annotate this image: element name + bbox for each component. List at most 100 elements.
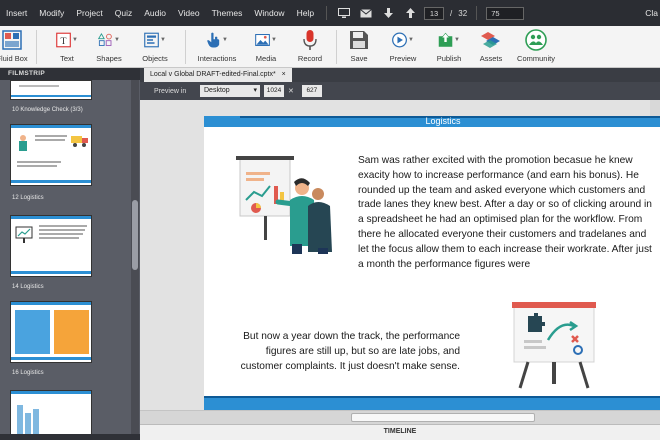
horizontal-scroll-thumb[interactable] (351, 413, 535, 422)
filmstrip-slide[interactable] (10, 80, 92, 100)
document-tab[interactable]: Local v Global DRAFT-edited-Final.cptx* … (144, 68, 292, 82)
shapes-button[interactable]: ▼ Shapes (87, 26, 131, 68)
stage-horizontal-scrollbar[interactable] (140, 410, 660, 424)
thumb-header-bar (11, 302, 91, 305)
interactions-label: Interactions (197, 54, 237, 63)
menu-video[interactable]: Video (172, 0, 206, 26)
mail-icon[interactable] (359, 6, 373, 20)
menu-help[interactable]: Help (291, 0, 320, 26)
shapes-icon: ▼ (98, 29, 120, 51)
thumb-chart-bar (17, 405, 23, 435)
filmstrip-slide[interactable] (10, 124, 92, 186)
filmstrip-slide[interactable] (10, 215, 92, 277)
media-label: Media (255, 54, 277, 63)
preview-bar: Preview in Desktop 1024 ✕ 627 (140, 82, 660, 100)
publish-label: Publish (436, 54, 462, 63)
thumb-footer-bar (11, 95, 91, 97)
chevron-down-icon: ▼ (454, 37, 460, 43)
toolbar-separator (36, 30, 37, 64)
record-button[interactable]: Record (290, 26, 330, 68)
total-slides: 32 (458, 8, 468, 18)
community-icon (525, 29, 547, 51)
toolbar-separator (336, 30, 337, 64)
slide-paragraph-1[interactable]: Sam was rather excited with the promotio… (358, 154, 658, 272)
slide-paragraph-2[interactable]: But now a year down the track, the perfo… (238, 330, 460, 374)
text-button[interactable]: T ▼ Text (47, 26, 87, 68)
menu-bar: Insert Modify Project Quiz Audio Video T… (0, 0, 660, 26)
filmstrip-scroll-thumb[interactable] (132, 200, 138, 270)
thumb-text-line (39, 229, 85, 231)
fluid-box-button[interactable]: Fluid Box (0, 26, 30, 68)
main-toolbar: Fluid Box T ▼ Text ▼ Shapes ▼ Objects ▼ … (0, 26, 660, 68)
shapes-label: Shapes (96, 54, 122, 63)
hand-pointer-icon: ▼ (206, 29, 228, 51)
document-tab-bar: Local v Global DRAFT-edited-Final.cptx* … (140, 68, 660, 82)
filmstrip-slide-label: 16 Logistics (12, 370, 44, 376)
fluid-box-label: Fluid Box (0, 54, 28, 63)
thumb-header-bar (11, 125, 91, 128)
menu-themes[interactable]: Themes (206, 0, 249, 26)
menu-project[interactable]: Project (70, 0, 108, 26)
microphone-icon (299, 29, 321, 51)
thumb-text-line (17, 161, 61, 163)
arrow-up-icon[interactable] (403, 6, 417, 20)
thumb-text-line (39, 225, 87, 227)
assets-icon (480, 29, 502, 51)
current-slide-input[interactable]: 13 (424, 6, 445, 20)
filmstrip-slide[interactable] (10, 390, 92, 440)
svg-text:T: T (61, 36, 67, 47)
publish-button[interactable]: ▼ Publish (427, 26, 471, 68)
timeline-panel-header[interactable]: TIMELINE (140, 424, 660, 440)
thumb-footer-bar (11, 271, 91, 274)
menu-modify[interactable]: Modify (33, 0, 70, 26)
objects-button[interactable]: ▼ Objects (133, 26, 177, 68)
play-circle-icon: ▼ (392, 29, 414, 51)
arrow-down-icon[interactable] (381, 6, 395, 20)
strategy-board-illustration[interactable] (512, 302, 602, 392)
thumb-text-line (17, 165, 57, 167)
media-button[interactable]: ▼ Media (246, 26, 286, 68)
assets-label: Assets (479, 54, 503, 63)
menu-audio[interactable]: Audio (138, 0, 172, 26)
menu-insert[interactable]: Insert (0, 0, 33, 26)
device-select[interactable]: Desktop (200, 85, 260, 97)
filmstrip-slide[interactable] (10, 301, 92, 363)
presenter-illustration[interactable] (234, 156, 334, 256)
chevron-down-icon: ▼ (72, 37, 78, 43)
thumb-text-line (35, 139, 65, 141)
zoom-select[interactable]: 75 (486, 6, 525, 20)
image-icon: ▼ (255, 29, 277, 51)
thumb-footer-bar (11, 357, 91, 360)
text-label: Text (60, 54, 74, 63)
width-input[interactable]: 1024 (264, 85, 284, 97)
save-button[interactable]: Save (339, 26, 379, 68)
monitor-icon[interactable] (337, 6, 351, 20)
interactions-button[interactable]: ▼ Interactions (192, 26, 242, 68)
objects-icon: ▼ (144, 29, 166, 51)
thumb-chart-bar (33, 409, 39, 435)
workspace-label[interactable]: Cla (645, 0, 658, 26)
menu-window[interactable]: Window (248, 0, 290, 26)
thumb-header-bar (11, 216, 91, 219)
chevron-down-icon: ▼ (114, 37, 120, 43)
community-button[interactable]: Community (513, 26, 559, 68)
thumb-text-line (35, 135, 67, 137)
slide-title[interactable]: Logistics (204, 116, 660, 127)
thumb-footer-bar (11, 180, 91, 183)
chevron-down-icon: ▼ (160, 37, 166, 43)
slide-canvas[interactable]: Logistics Sam was rather excited with th… (204, 116, 660, 410)
preview-label: Preview (389, 54, 417, 63)
menu-quiz[interactable]: Quiz (109, 0, 138, 26)
fluid-box-icon (1, 29, 23, 51)
filmstrip-scrollbar[interactable] (131, 80, 139, 440)
preview-button[interactable]: ▼ Preview (381, 26, 425, 68)
chevron-down-icon: ▼ (408, 37, 414, 43)
menu-separator (326, 6, 328, 20)
filmstrip-slide-label: 10 Knowledge Check (3/3) (12, 107, 83, 113)
text-icon: T ▼ (56, 29, 78, 51)
save-label: Save (350, 54, 368, 63)
filmstrip-slide-label: 12 Logistics (12, 195, 44, 201)
close-icon[interactable]: × (282, 71, 286, 78)
height-input[interactable]: 627 (301, 85, 322, 97)
assets-button[interactable]: Assets (471, 26, 511, 68)
